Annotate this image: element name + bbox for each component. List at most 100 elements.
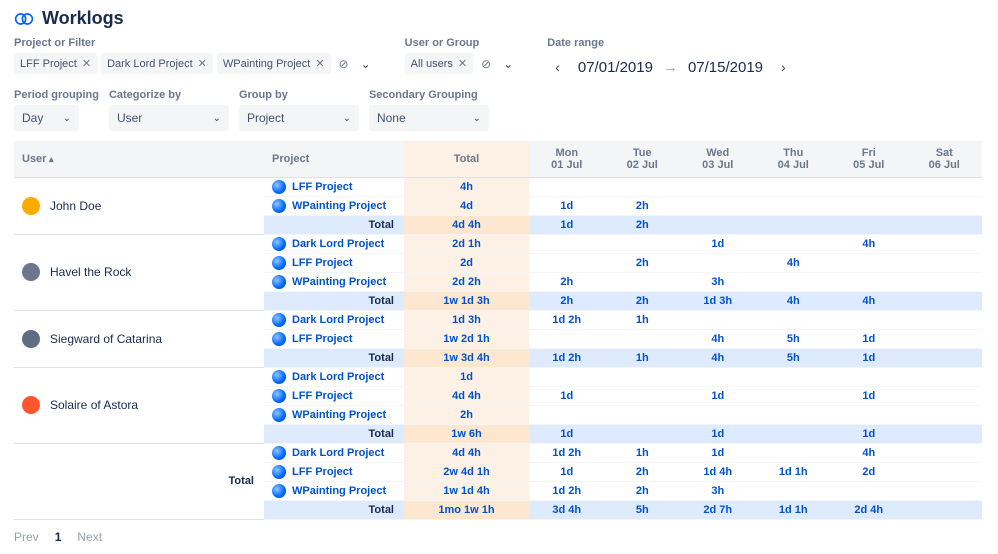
project-link[interactable]: LFF Project (292, 466, 353, 478)
project-link[interactable]: Dark Lord Project (292, 371, 384, 383)
project-chips[interactable]: LFF Project✕ Dark Lord Project✕ WPaintin… (14, 53, 375, 74)
value-cell[interactable]: 5h (756, 329, 832, 348)
categorize-by-select[interactable]: User⌄ (109, 105, 229, 131)
value-cell (907, 405, 983, 424)
pager-prev[interactable]: Prev (14, 530, 39, 544)
remove-chip-icon[interactable]: ✕ (458, 57, 467, 70)
project-cell[interactable]: WPainting Project (264, 196, 404, 215)
value-cell[interactable]: 1d 2h (529, 310, 605, 329)
value-cell[interactable]: 1d (529, 462, 605, 481)
group-by-select[interactable]: Project⌄ (239, 105, 359, 131)
project-cell[interactable]: LFF Project (264, 462, 404, 481)
value-cell[interactable]: 1d (680, 386, 756, 405)
date-to[interactable]: 07/15/2019 (688, 59, 763, 76)
date-from[interactable]: 07/01/2019 (578, 59, 653, 76)
data-row: Havel the RockDark Lord Project2d 1h1d4h (14, 234, 982, 253)
value-cell[interactable]: 3h (680, 481, 756, 500)
value-cell[interactable]: 1d 1h (756, 462, 832, 481)
project-link[interactable]: Dark Lord Project (292, 447, 384, 459)
project-cell[interactable]: Dark Lord Project (264, 310, 404, 329)
value-cell[interactable]: 1d (831, 329, 907, 348)
project-cell[interactable]: WPainting Project (264, 481, 404, 500)
value-cell[interactable]: 4h (680, 329, 756, 348)
chevron-down-icon[interactable]: ⌄ (357, 57, 375, 71)
value-cell[interactable]: 2h (605, 462, 681, 481)
value-cell[interactable]: 1h (605, 310, 681, 329)
value-cell[interactable]: 1d (680, 234, 756, 253)
value-cell[interactable]: 1d (680, 443, 756, 462)
value-cell[interactable]: 1d 2h (529, 481, 605, 500)
value-cell[interactable]: 2h (605, 196, 681, 215)
project-cell[interactable]: Dark Lord Project (264, 367, 404, 386)
secondary-grouping-select[interactable]: None⌄ (369, 105, 489, 131)
value-cell[interactable]: 1d (831, 386, 907, 405)
col-day[interactable]: Thu04 Jul (756, 141, 832, 177)
project-link[interactable]: Dark Lord Project (292, 314, 384, 326)
project-disk-icon (272, 484, 286, 498)
col-day[interactable]: Fri05 Jul (831, 141, 907, 177)
value-cell[interactable]: 2h (605, 253, 681, 272)
col-day[interactable]: Tue02 Jul (605, 141, 681, 177)
project-cell[interactable]: Dark Lord Project (264, 234, 404, 253)
pager-next[interactable]: Next (77, 530, 102, 544)
project-cell[interactable]: WPainting Project (264, 272, 404, 291)
value-cell[interactable]: 1d (529, 386, 605, 405)
project-link[interactable]: LFF Project (292, 181, 353, 193)
col-user[interactable]: User (14, 141, 264, 177)
period-grouping-select[interactable]: Day⌄ (14, 105, 79, 131)
value-cell[interactable]: 2h (529, 272, 605, 291)
chevron-down-icon[interactable]: ⌄ (499, 57, 517, 71)
value-cell (907, 367, 983, 386)
value-cell[interactable]: 1d 2h (529, 443, 605, 462)
subtotal-value: 4h (831, 291, 907, 310)
next-range-button[interactable]: › (773, 55, 794, 79)
total-cell: 1w 2d 1h (404, 329, 529, 348)
col-total[interactable]: Total (404, 141, 529, 177)
project-cell[interactable]: Dark Lord Project (264, 443, 404, 462)
value-cell[interactable]: 1h (605, 443, 681, 462)
project-cell[interactable]: LFF Project (264, 329, 404, 348)
value-cell[interactable]: 2h (605, 481, 681, 500)
categorize-by-label: Categorize by (109, 89, 229, 101)
avatar (22, 197, 40, 215)
project-link[interactable]: Dark Lord Project (292, 238, 384, 250)
period-grouping-label: Period grouping (14, 89, 99, 101)
col-day[interactable]: Mon01 Jul (529, 141, 605, 177)
col-project[interactable]: Project (264, 141, 404, 177)
subtotal-value: 1d (680, 424, 756, 443)
project-link[interactable]: WPainting Project (292, 276, 386, 288)
project-link[interactable]: WPainting Project (292, 409, 386, 421)
value-cell[interactable]: 4h (831, 234, 907, 253)
value-cell[interactable]: 4h (756, 253, 832, 272)
remove-chip-icon[interactable]: ✕ (315, 57, 324, 70)
col-day[interactable]: Sat06 Jul (907, 141, 983, 177)
project-cell[interactable]: LFF Project (264, 253, 404, 272)
project-link[interactable]: LFF Project (292, 257, 353, 269)
user-chips[interactable]: All users✕ ⊘ ⌄ (405, 53, 518, 74)
clear-users-icon[interactable]: ⊘ (477, 57, 495, 71)
value-cell (831, 177, 907, 196)
project-cell[interactable]: LFF Project (264, 386, 404, 405)
project-link[interactable]: LFF Project (292, 390, 353, 402)
value-cell[interactable]: 3h (680, 272, 756, 291)
project-link[interactable]: WPainting Project (292, 200, 386, 212)
project-cell[interactable]: LFF Project (264, 177, 404, 196)
total-cell: 2w 4d 1h (404, 462, 529, 481)
value-cell[interactable]: 2d (831, 462, 907, 481)
value-cell[interactable]: 1d 4h (680, 462, 756, 481)
remove-chip-icon[interactable]: ✕ (198, 57, 207, 70)
user-chip[interactable]: All users✕ (405, 53, 473, 74)
project-link[interactable]: LFF Project (292, 333, 353, 345)
project-chip[interactable]: Dark Lord Project✕ (101, 53, 213, 74)
value-cell (756, 234, 832, 253)
remove-chip-icon[interactable]: ✕ (82, 57, 91, 70)
project-cell[interactable]: WPainting Project (264, 405, 404, 424)
col-day[interactable]: Wed03 Jul (680, 141, 756, 177)
project-chip[interactable]: LFF Project✕ (14, 53, 97, 74)
value-cell[interactable]: 4h (831, 443, 907, 462)
project-link[interactable]: WPainting Project (292, 485, 386, 497)
prev-range-button[interactable]: ‹ (547, 55, 568, 79)
value-cell[interactable]: 1d (529, 196, 605, 215)
clear-projects-icon[interactable]: ⊘ (335, 57, 353, 71)
project-chip[interactable]: WPainting Project✕ (217, 53, 331, 74)
